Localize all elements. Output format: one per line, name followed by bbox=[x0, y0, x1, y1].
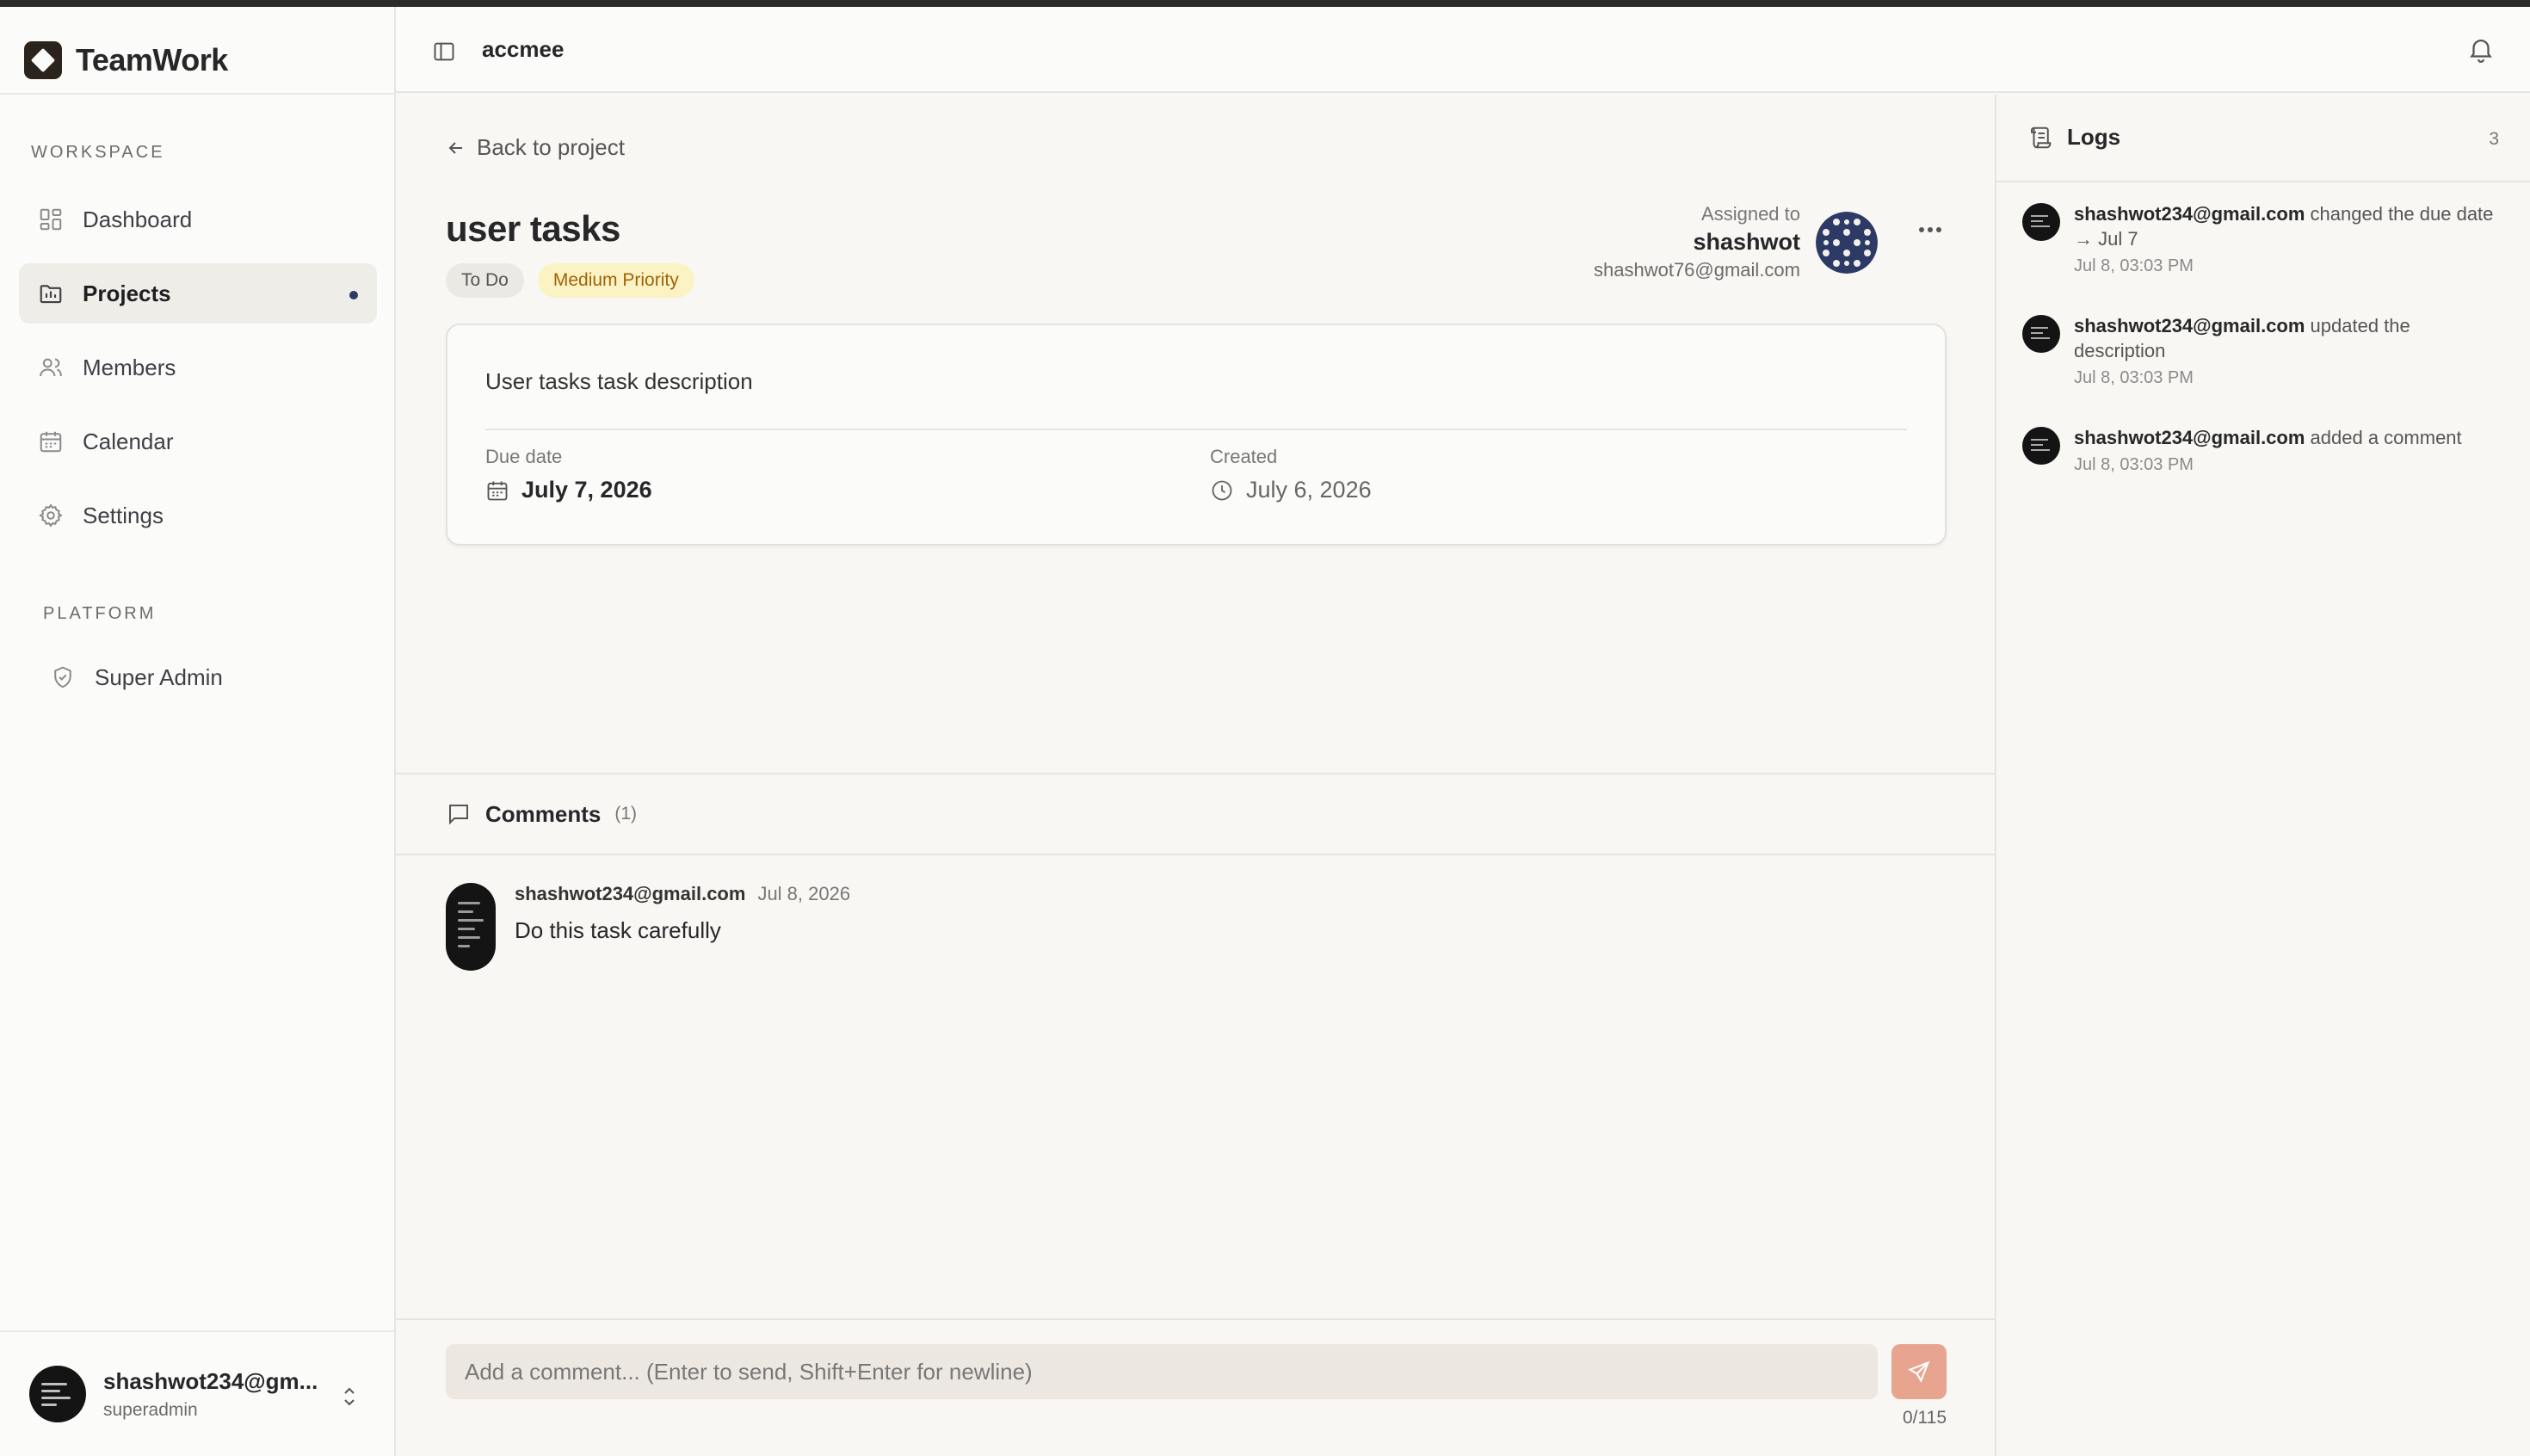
character-counter: 0/115 bbox=[1903, 1408, 1947, 1428]
sidebar-item-calendar[interactable]: Calendar bbox=[19, 411, 377, 472]
task-description[interactable]: User tasks task description bbox=[485, 368, 753, 395]
due-date[interactable]: Due date July 7, 2026 bbox=[485, 446, 652, 503]
sidebar: TeamWork WORKSPACE Dashboard Projects Me… bbox=[0, 7, 396, 1456]
sidebar-item-super-admin[interactable]: Super Admin bbox=[31, 647, 389, 707]
comment-avatar bbox=[446, 883, 496, 971]
brand[interactable]: TeamWork bbox=[24, 33, 228, 88]
comment-item: shashwot234@gmail.com Jul 8, 2026 Do this… bbox=[446, 883, 850, 971]
comment-input[interactable] bbox=[446, 1344, 1878, 1399]
compose-divider bbox=[396, 1318, 1995, 1320]
due-date-label: Due date bbox=[485, 446, 563, 467]
back-label: Back to project bbox=[477, 134, 625, 160]
task-detail: Back to project user tasks To Do Medium … bbox=[396, 95, 1995, 1456]
log-actor: shashwot234@gmail.com bbox=[2074, 203, 2305, 225]
bell-icon[interactable] bbox=[2466, 34, 2496, 64]
log-avatar bbox=[2022, 315, 2060, 353]
more-options-icon[interactable] bbox=[1917, 225, 1943, 234]
platform-section-label: PLATFORM bbox=[43, 604, 157, 623]
assignee-name: shashwot bbox=[1693, 229, 1800, 255]
settings-icon bbox=[39, 503, 63, 527]
assignee-email: shashwot76@gmail.com bbox=[1594, 259, 1800, 281]
top-header: accmee bbox=[396, 7, 2530, 93]
log-action: added a comment bbox=[2305, 427, 2462, 448]
sidebar-item-projects[interactable]: Projects bbox=[19, 263, 377, 324]
created-date: Created July 6, 2026 bbox=[1210, 446, 1372, 503]
calendar-icon bbox=[40, 431, 62, 453]
status-badge[interactable]: To Do bbox=[446, 263, 524, 298]
calendar-icon bbox=[487, 481, 508, 500]
due-date-value: July 7, 2026 bbox=[521, 477, 652, 503]
sidebar-item-label: Calendar bbox=[83, 428, 174, 454]
log-time: Jul 8, 03:03 PM bbox=[2074, 256, 2194, 275]
comments-header: Comments (1) bbox=[396, 773, 1995, 855]
sidebar-divider bbox=[0, 93, 394, 95]
comment-date: Jul 8, 2026 bbox=[757, 883, 851, 904]
comment-icon bbox=[449, 805, 468, 825]
logs-title: Logs bbox=[2067, 124, 2121, 150]
task-title: user tasks bbox=[446, 208, 620, 249]
comment-author: shashwot234@gmail.com bbox=[515, 883, 746, 904]
dashboard-icon bbox=[40, 208, 62, 231]
sidebar-item-label: Projects bbox=[83, 280, 171, 306]
back-to-project-link[interactable]: Back to project bbox=[446, 134, 625, 161]
projects-icon bbox=[40, 285, 62, 304]
teamwork-logo-icon bbox=[24, 41, 62, 79]
user-account-switcher[interactable]: shashwot234@gm... superadmin bbox=[0, 1330, 394, 1456]
organization-name: accmee bbox=[482, 36, 565, 62]
assignee-avatar[interactable] bbox=[1816, 212, 1878, 274]
members-icon bbox=[40, 358, 62, 377]
chevron-up-down-icon bbox=[344, 1387, 355, 1406]
window-top-strip bbox=[0, 0, 2530, 7]
log-actor: shashwot234@gmail.com bbox=[2074, 427, 2305, 448]
log-item: shashwot234@gmail.com changed the due da… bbox=[2022, 201, 2504, 276]
brand-name: TeamWork bbox=[76, 42, 228, 77]
avatar bbox=[29, 1366, 86, 1422]
task-badges: To Do Medium Priority bbox=[446, 263, 694, 298]
clock-icon bbox=[1212, 480, 1232, 500]
active-indicator-dot bbox=[349, 291, 358, 299]
priority-badge[interactable]: Medium Priority bbox=[537, 263, 694, 298]
sidebar-item-members[interactable]: Members bbox=[19, 337, 377, 398]
logs-count: 3 bbox=[2489, 129, 2499, 149]
log-avatar bbox=[2022, 203, 2060, 241]
log-time: Jul 8, 03:03 PM bbox=[2074, 455, 2194, 474]
sidebar-item-settings[interactable]: Settings bbox=[19, 485, 377, 546]
sidebar-item-label: Dashboard bbox=[83, 206, 193, 232]
log-item: shashwot234@gmail.com updated the descri… bbox=[2022, 313, 2504, 388]
created-value: July 6, 2026 bbox=[1246, 477, 1372, 503]
send-comment-button[interactable] bbox=[1891, 1344, 1947, 1399]
created-label: Created bbox=[1210, 446, 1278, 467]
log-item: shashwot234@gmail.com added a comment Ju… bbox=[2022, 425, 2504, 475]
sidebar-item-dashboard[interactable]: Dashboard bbox=[19, 189, 377, 250]
scroll-log-icon bbox=[2031, 126, 2052, 148]
sidebar-item-label: Super Admin bbox=[95, 663, 223, 690]
task-details-card: User tasks task description Due date Jul… bbox=[446, 324, 1947, 546]
arrow-left-icon bbox=[448, 141, 462, 154]
log-avatar bbox=[2022, 427, 2060, 465]
log-time: Jul 8, 03:03 PM bbox=[2074, 368, 2194, 387]
card-divider bbox=[485, 429, 1907, 430]
sidebar-toggle-icon[interactable] bbox=[432, 40, 456, 64]
comments-title: Comments bbox=[485, 800, 602, 827]
shield-icon bbox=[54, 666, 71, 688]
user-name: shashwot234@gm... bbox=[103, 1367, 318, 1394]
sidebar-item-label: Members bbox=[83, 354, 176, 380]
workspace-section-label: WORKSPACE bbox=[31, 143, 165, 162]
comments-count: (1) bbox=[614, 804, 638, 824]
assigned-to-label: Assigned to bbox=[1701, 203, 1800, 225]
send-icon bbox=[1908, 1360, 1930, 1383]
user-role: superadmin bbox=[103, 1399, 198, 1420]
logs-header: Logs bbox=[2027, 124, 2120, 151]
sidebar-item-label: Settings bbox=[83, 502, 164, 528]
logs-divider bbox=[1996, 181, 2530, 182]
log-actor: shashwot234@gmail.com bbox=[2074, 315, 2305, 336]
comment-body: Do this task carefully bbox=[515, 917, 721, 943]
assignee-info: Assigned to shashwot shashwot76@gmail.co… bbox=[1594, 203, 1800, 281]
logs-panel: Logs 3 shashwot234@gmail.com changed the… bbox=[1995, 95, 2530, 1456]
